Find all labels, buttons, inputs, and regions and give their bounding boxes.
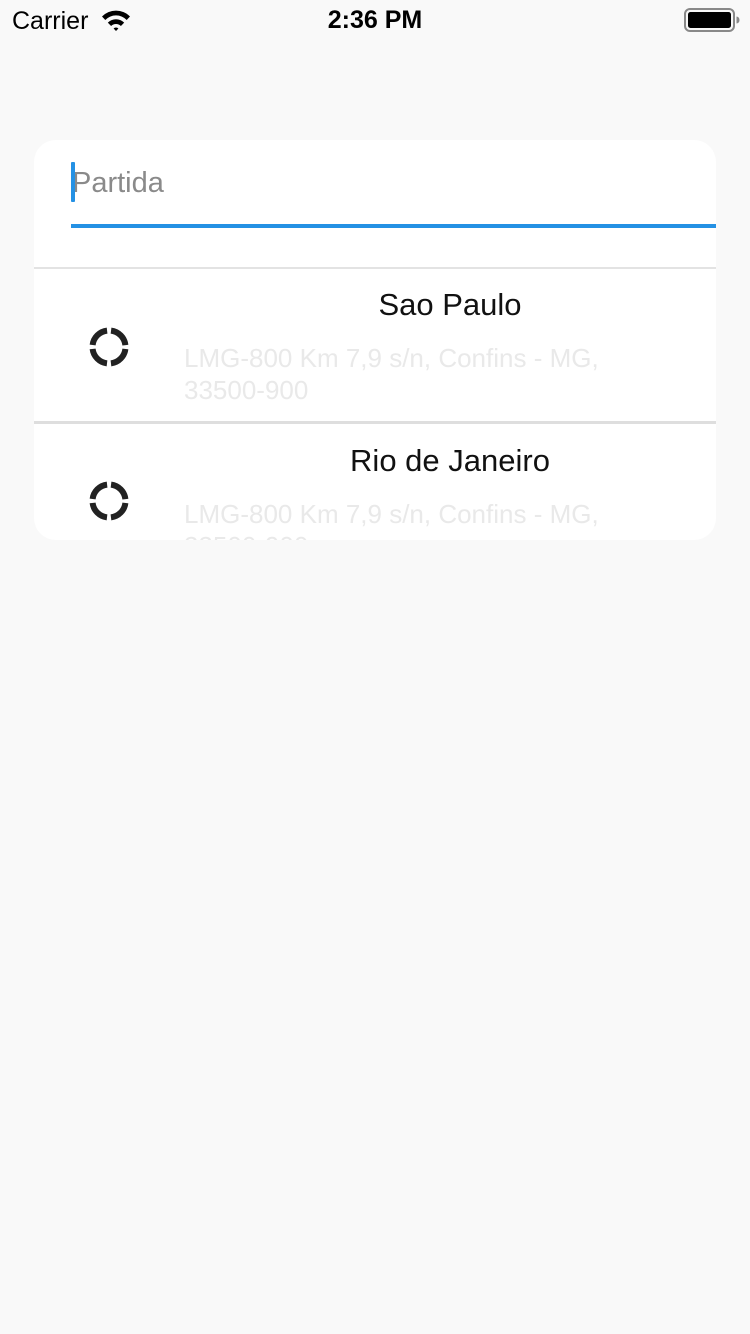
search-card: Sao Paulo LMG-800 Km 7,9 s/n, Confins - … (34, 140, 716, 540)
result-address: LMG-800 Km 7,9 s/n, Confins - MG, 33500-… (184, 499, 599, 540)
result-title: Rio de Janeiro (350, 443, 550, 478)
result-item[interactable]: Rio de Janeiro LMG-800 Km 7,9 s/n, Confi… (34, 424, 716, 540)
search-underline (71, 224, 716, 228)
result-address: LMG-800 Km 7,9 s/n, Confins - MG, 33500-… (184, 343, 599, 405)
status-time: 2:36 PM (327, 6, 423, 34)
status-bar: Carrier 2:36 PM (0, 0, 750, 40)
loading-ring-icon (89, 327, 129, 367)
text-caret (71, 162, 75, 202)
search-field[interactable] (71, 158, 716, 228)
loading-ring-icon (89, 481, 129, 521)
battery-icon (684, 8, 740, 32)
result-item[interactable]: Sao Paulo LMG-800 Km 7,9 s/n, Confins - … (34, 269, 716, 421)
result-title: Sao Paulo (378, 287, 522, 322)
search-input[interactable] (71, 158, 716, 208)
